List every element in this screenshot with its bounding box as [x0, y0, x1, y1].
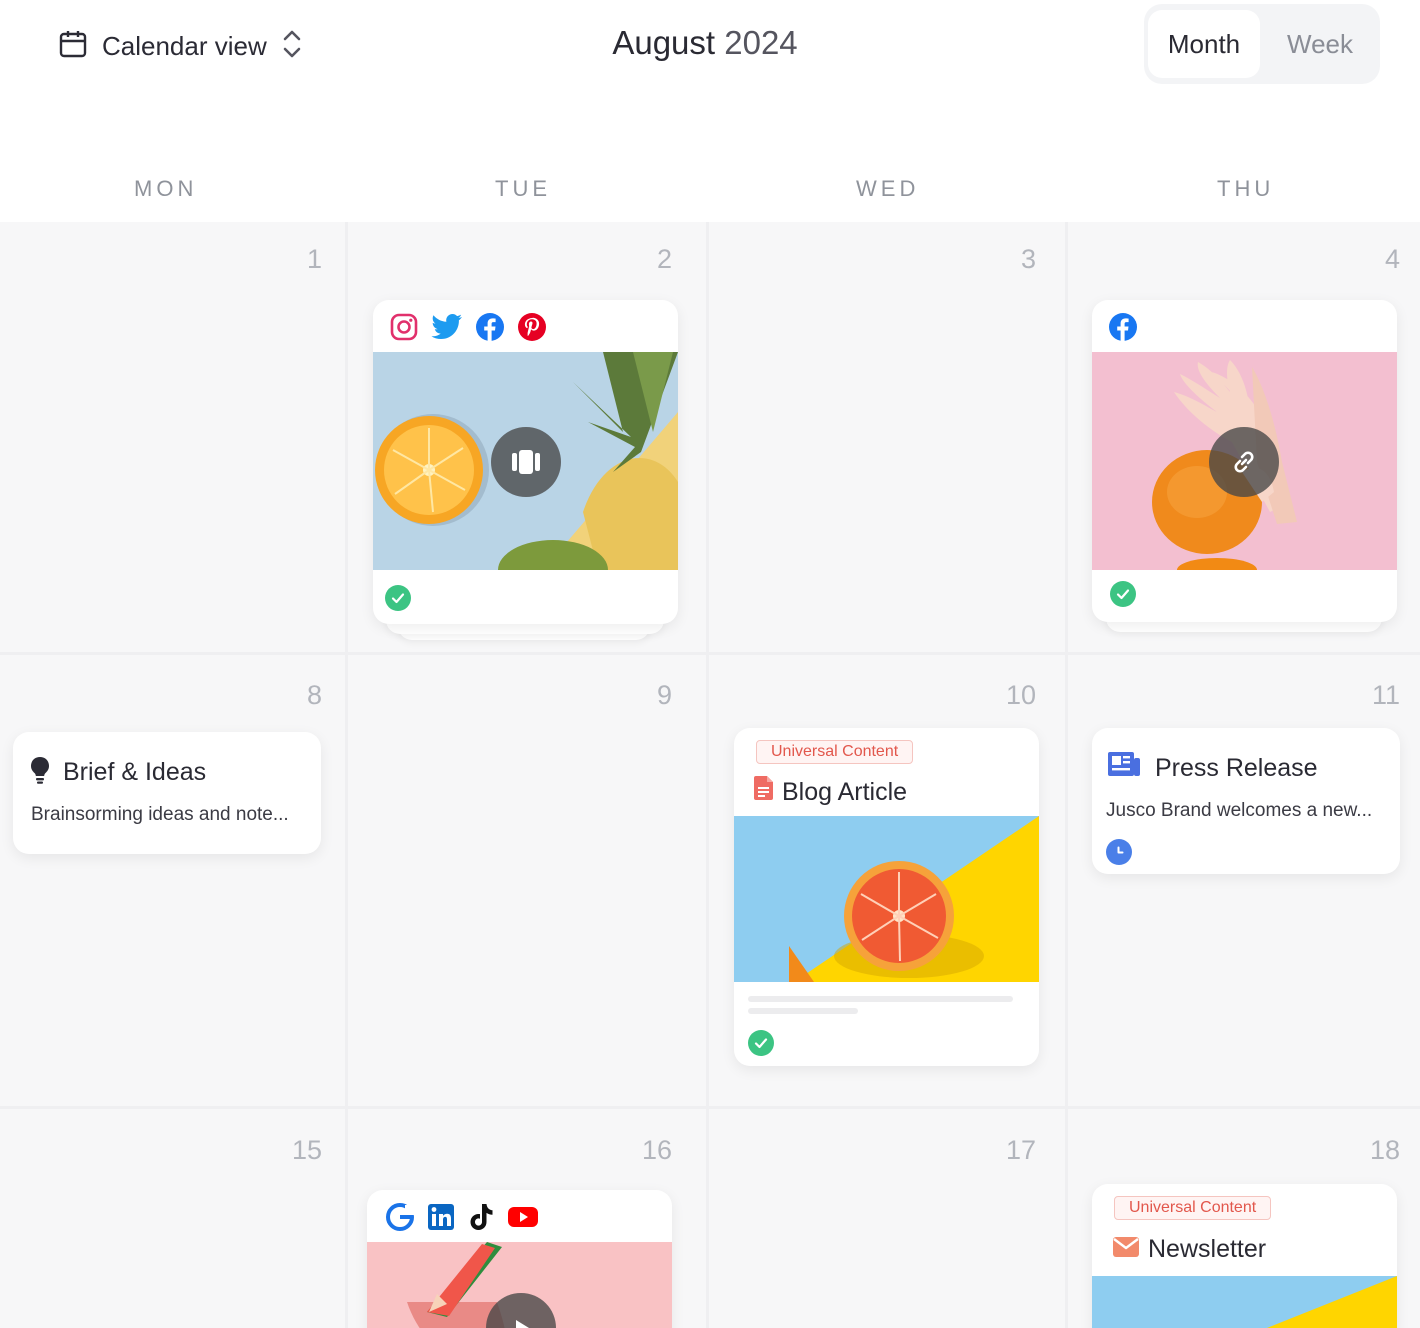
day-number: 4 — [1384, 244, 1400, 274]
approved-check-icon — [1110, 581, 1136, 607]
weekday-mon: MON — [134, 176, 198, 201]
day-number: 8 — [306, 680, 322, 710]
day-number: 17 — [1005, 1135, 1036, 1165]
social-post-card[interactable] — [373, 300, 678, 624]
day-number: 3 — [1020, 244, 1036, 274]
day-number: 10 — [1005, 680, 1036, 710]
weekday-wed: WED — [856, 176, 920, 201]
day-number: 1 — [306, 244, 322, 274]
newsletter-card[interactable]: Universal Content Newsletter — [1092, 1184, 1397, 1328]
envelope-icon — [1112, 1236, 1140, 1263]
card-title: Press Release — [1155, 754, 1318, 782]
twitter-icon — [431, 313, 463, 346]
text-placeholder-bar — [748, 1008, 858, 1014]
instagram-icon — [389, 312, 419, 347]
facebook-icon — [475, 312, 505, 347]
newspaper-icon — [1107, 750, 1141, 785]
card-title: Blog Article — [782, 778, 908, 806]
grid-divider — [1065, 222, 1068, 1328]
platform-icons — [389, 312, 547, 347]
card-description: Jusco Brand welcomes a new... — [1106, 800, 1373, 821]
week-toggle-button[interactable]: Week — [1264, 10, 1376, 78]
brief-ideas-card[interactable]: Brief & Ideas Brainsorming ideas and not… — [13, 732, 321, 854]
lightbulb-icon — [29, 756, 51, 789]
post-image-grapefruit — [734, 816, 1039, 982]
universal-content-badge: Universal Content — [756, 740, 914, 764]
universal-content-badge: Universal Content — [1114, 1196, 1272, 1220]
day-number: 11 — [1371, 680, 1400, 710]
day-number: 16 — [641, 1135, 672, 1165]
platform-icons — [1108, 312, 1138, 347]
document-icon — [754, 775, 774, 806]
day-number: 9 — [656, 680, 672, 710]
platform-icons — [385, 1202, 539, 1237]
facebook-icon — [1108, 312, 1138, 347]
card-title: Brief & Ideas — [63, 758, 207, 786]
grid-divider — [706, 222, 709, 1328]
carousel-icon[interactable] — [491, 427, 561, 497]
social-post-card[interactable] — [1092, 300, 1397, 622]
calendar-header: Calendar view August 2024 Month Week — [0, 0, 1420, 100]
weekday-tue: TUE — [495, 176, 551, 201]
month-week-toggle: Month Week — [1144, 4, 1380, 84]
linkedin-icon — [427, 1203, 455, 1236]
link-icon[interactable] — [1209, 427, 1279, 497]
approved-check-icon — [748, 1030, 774, 1056]
post-image-grapefruit — [1092, 1276, 1397, 1328]
month-toggle-button[interactable]: Month — [1148, 10, 1260, 78]
scheduled-clock-icon — [1106, 839, 1132, 865]
year-label: 2024 — [724, 24, 798, 61]
card-description: Brainsorming ideas and note... — [31, 804, 289, 825]
google-business-icon — [385, 1202, 415, 1237]
day-number: 18 — [1369, 1135, 1400, 1165]
grid-divider — [345, 222, 348, 1328]
blog-article-card[interactable]: Universal Content Blog Article — [734, 728, 1039, 1066]
grid-divider — [0, 1106, 1420, 1109]
month-label: August — [612, 24, 716, 61]
approved-check-icon — [385, 585, 411, 611]
press-release-card[interactable]: Press Release Jusco Brand welcomes a new… — [1092, 728, 1400, 874]
weekday-thu: THU — [1217, 176, 1275, 201]
day-number: 2 — [656, 244, 672, 274]
day-number: 15 — [291, 1135, 322, 1165]
social-post-card[interactable] — [367, 1190, 672, 1328]
grid-divider — [0, 652, 1420, 655]
card-title: Newsletter — [1148, 1235, 1267, 1263]
pinterest-icon — [517, 312, 547, 347]
text-placeholder-bar — [748, 996, 1013, 1002]
tiktok-icon — [467, 1202, 495, 1237]
youtube-icon — [507, 1205, 539, 1234]
